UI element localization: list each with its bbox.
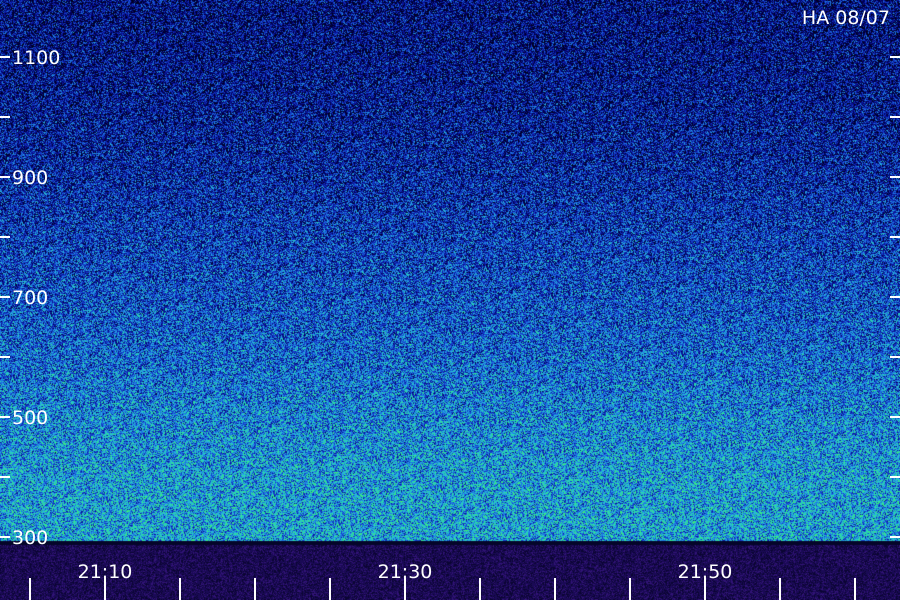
y-tick-label: 900	[12, 167, 48, 189]
x-tick-label: 21:10	[78, 561, 133, 583]
y-tick-label: 1100	[12, 47, 60, 69]
x-tick-label: 21:50	[678, 561, 733, 583]
y-tick-label: 500	[12, 407, 48, 429]
y-tick-label: 300	[12, 527, 48, 549]
date-label: HA 08/07	[802, 7, 890, 29]
y-tick-label: 700	[12, 287, 48, 309]
spectrogram-chart: HA 08/07 300 500 700 900 1100 21:10 21:30 21:5…	[0, 0, 900, 600]
x-axis: 21:10 21:30 21:50	[29, 561, 856, 600]
x-tick-label: 21:30	[378, 561, 433, 583]
y-axis: 300 500 700 900 1100	[0, 47, 900, 549]
chart-overlay: HA 08/07 300 500 700 900 1100 21:10 21:30 21:5…	[0, 7, 900, 600]
